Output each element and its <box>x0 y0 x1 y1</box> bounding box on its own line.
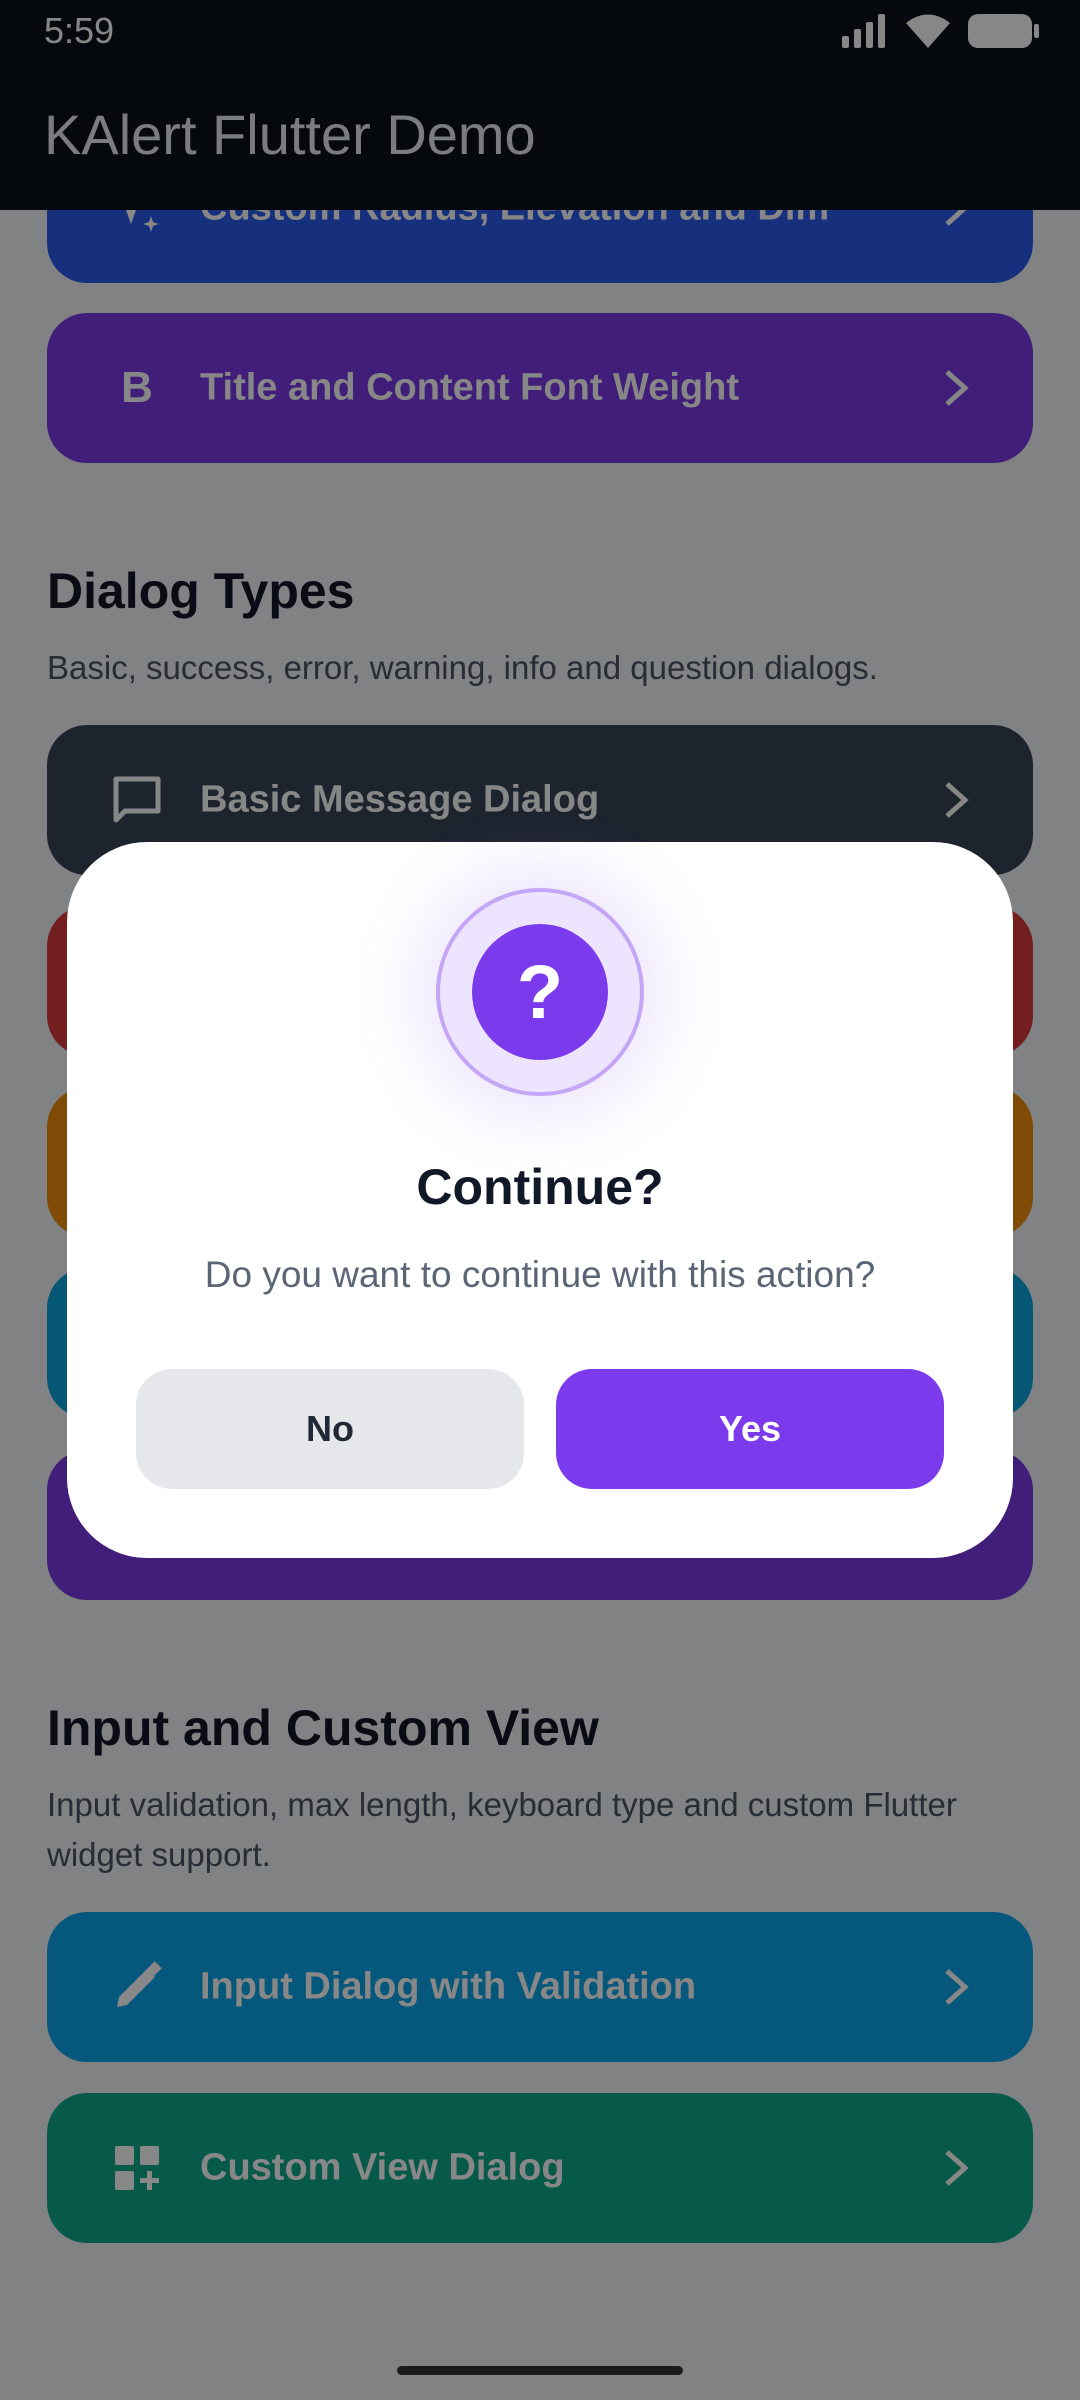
yes-button[interactable]: Yes <box>556 1369 944 1489</box>
dialog-message: Do you want to continue with this action… <box>204 1254 876 1295</box>
no-button[interactable]: No <box>136 1369 524 1489</box>
question-dialog: ? Continue? Do you want to continue with… <box>67 842 1013 1558</box>
home-indicator[interactable] <box>397 2366 683 2375</box>
question-mark-icon: ? <box>472 924 608 1060</box>
dialog-icon-halo: ? <box>440 892 640 1092</box>
dialog-title: Continue? <box>416 1159 664 1215</box>
